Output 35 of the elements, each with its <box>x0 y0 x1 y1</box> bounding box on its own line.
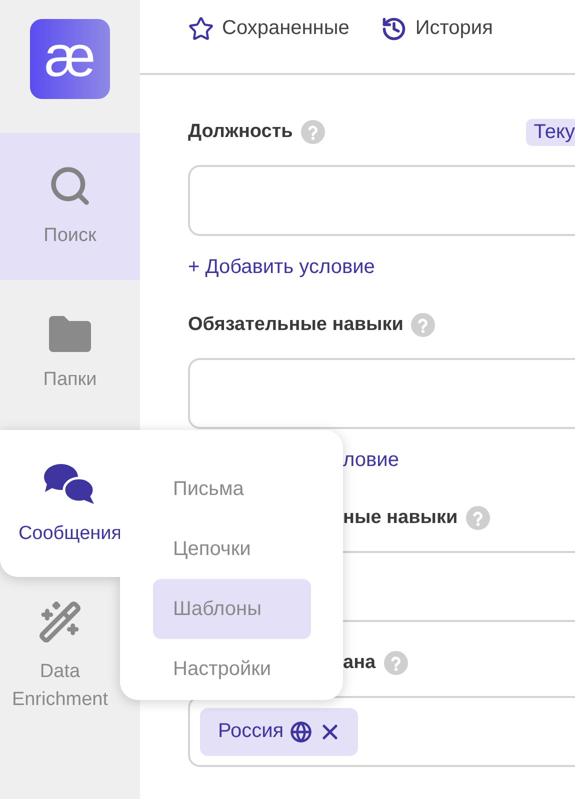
nav-label: Папки <box>43 368 97 392</box>
submenu-item[interactable]: Письма <box>153 459 311 519</box>
top-bar-link[interactable]: Сохраненные <box>188 16 350 42</box>
chat-icon <box>44 462 96 504</box>
nav-item[interactable]: Папки <box>0 280 140 430</box>
nav-label: Сообщения <box>18 522 122 544</box>
help-icon[interactable] <box>384 651 408 675</box>
top-bar-link[interactable]: История <box>381 16 493 42</box>
magic-wand-icon <box>38 600 82 644</box>
history-icon <box>381 16 408 42</box>
globe-icon[interactable] <box>290 720 312 742</box>
input-field[interactable]: Россия <box>188 696 575 767</box>
help-icon[interactable] <box>466 506 490 530</box>
nav-item[interactable]: Поиск <box>0 133 140 280</box>
field-label: Должность <box>188 121 293 143</box>
submenu-item[interactable]: Настройки <box>153 639 311 699</box>
input-field[interactable] <box>188 165 575 236</box>
nav-label: Поиск <box>44 224 96 248</box>
star-icon <box>188 16 214 42</box>
field-label: Обязательные навыки <box>188 314 404 336</box>
add-condition-link[interactable]: + Добавить условие <box>188 256 575 280</box>
nav-label: Data Enrichment <box>10 660 110 712</box>
app-logo[interactable]: æ <box>30 19 110 99</box>
input-field[interactable] <box>188 358 575 429</box>
help-icon[interactable] <box>300 120 325 144</box>
chip-label: Россия <box>218 720 284 743</box>
submenu-item[interactable]: Цепочки <box>153 519 311 579</box>
add-condition-link[interactable]: ловие <box>343 449 575 473</box>
field-label: ана <box>343 652 376 674</box>
tab-chip[interactable]: Теку <box>526 118 575 146</box>
nav-item[interactable]: Data Enrichment <box>0 577 120 737</box>
help-icon[interactable] <box>411 313 436 337</box>
submenu-item[interactable]: Шаблоны <box>153 579 311 639</box>
field-label: ные навыки <box>343 507 458 529</box>
folder-icon <box>49 316 91 352</box>
